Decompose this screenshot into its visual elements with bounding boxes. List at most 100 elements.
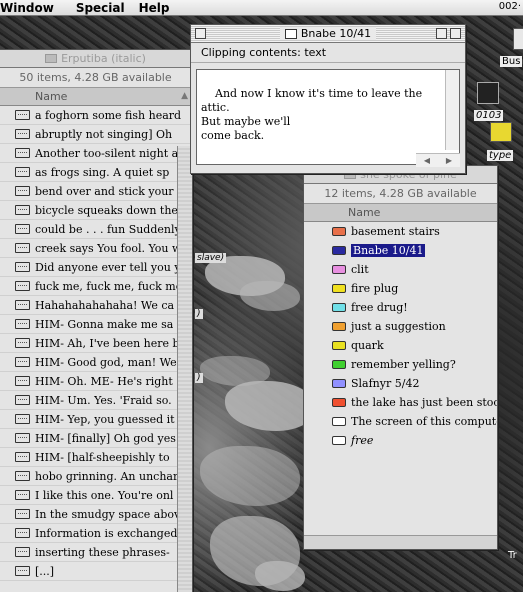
left-file-list: a foghorn some fish heard abruptly not si… bbox=[0, 106, 192, 581]
list-item[interactable]: as frogs sing. A quiet sp bbox=[0, 163, 192, 182]
list-item[interactable]: could be . . . fun Suddenly bbox=[0, 220, 192, 239]
list-item[interactable]: a foghorn some fish heard bbox=[0, 106, 192, 125]
right-window-status: 12 items, 4.28 GB available bbox=[304, 184, 497, 204]
list-item[interactable]: quark bbox=[304, 336, 497, 355]
list-item[interactable]: free drug! bbox=[304, 298, 497, 317]
left-name-column-header[interactable]: Name ▲ bbox=[0, 88, 192, 106]
list-item[interactable]: HIM- Good god, man! We bbox=[0, 353, 192, 372]
zoom-box-icon[interactable] bbox=[436, 28, 447, 39]
type-folder-icon[interactable] bbox=[490, 122, 512, 142]
text-clipping-icon bbox=[15, 452, 30, 462]
list-item[interactable]: bicycle squeaks down the r bbox=[0, 201, 192, 220]
clipping-file-icon bbox=[284, 28, 297, 39]
label-color-icon bbox=[332, 398, 346, 407]
list-item-label: Information is exchanged bbox=[35, 526, 178, 540]
list-item[interactable]: abruptly not singing] Oh bbox=[0, 125, 192, 144]
text-clipping-icon bbox=[15, 547, 30, 557]
list-item-label: basement stairs bbox=[351, 225, 440, 238]
list-item[interactable]: HIM- Yep, you guessed it bbox=[0, 410, 192, 429]
label-color-icon bbox=[332, 417, 346, 426]
text-clipping-icon bbox=[15, 490, 30, 500]
list-item-label: free drug! bbox=[351, 301, 408, 314]
list-item[interactable]: I like this one. You're onl bbox=[0, 486, 192, 505]
left-window-titlebar[interactable]: Erputiba (italic) bbox=[0, 50, 192, 68]
list-item-label: HIM- [half-sheepishly to bbox=[35, 450, 170, 464]
menu-help[interactable]: Help bbox=[133, 1, 178, 15]
list-item-label: Hahahahahahaha! We ca bbox=[35, 298, 175, 312]
menu-special[interactable]: Special bbox=[62, 1, 133, 15]
type-label[interactable]: type bbox=[487, 150, 514, 161]
clipping-text-area[interactable]: And now I know it's time to leave the at… bbox=[196, 69, 460, 165]
trash-label[interactable]: Tr bbox=[508, 550, 517, 561]
list-item[interactable]: HIM- [half-sheepishly to bbox=[0, 448, 192, 467]
sort-triangle-icon[interactable]: ▲ bbox=[181, 91, 188, 101]
clip-window-titlebar[interactable]: Bnabe 10/41 bbox=[191, 25, 465, 43]
finder-window-left: Erputiba (italic) 50 items, 4.28 GB avai… bbox=[0, 49, 193, 592]
list-item-label: bicycle squeaks down the r bbox=[35, 203, 187, 217]
list-item[interactable]: inserting these phrases- bbox=[0, 543, 192, 562]
bus-label[interactable]: Bus bbox=[500, 56, 523, 67]
menu-window[interactable]: Window bbox=[0, 1, 62, 15]
list-item[interactable]: the lake has just been stoc bbox=[304, 393, 497, 412]
text-clipping-icon bbox=[15, 281, 30, 291]
list-item[interactable]: Another too-silent night a bbox=[0, 144, 192, 163]
list-item[interactable]: basement stairs bbox=[304, 222, 497, 241]
scroll-left-arrow-icon[interactable]: ◀ bbox=[424, 156, 430, 165]
text-clipping-icon bbox=[15, 186, 30, 196]
list-item-label: I like this one. You're onl bbox=[35, 488, 174, 502]
list-item[interactable]: remember yelling? bbox=[304, 355, 497, 374]
list-item[interactable]: fire plug bbox=[304, 279, 497, 298]
label-color-icon bbox=[332, 360, 346, 369]
label-color-icon bbox=[332, 303, 346, 312]
list-item-label: free bbox=[351, 434, 374, 447]
list-item-label: HIM- [finally] Oh god yes bbox=[35, 431, 176, 445]
list-item[interactable]: Slafnyr 5/42 bbox=[304, 374, 497, 393]
list-item-label: quark bbox=[351, 339, 384, 352]
list-item[interactable]: HIM- Oh. ME- He's right bbox=[0, 372, 192, 391]
list-item[interactable]: hobo grinning. An unchar bbox=[0, 467, 192, 486]
left-window-status: 50 items, 4.28 GB available bbox=[0, 68, 192, 88]
list-item[interactable]: clit bbox=[304, 260, 497, 279]
list-item[interactable]: just a suggestion bbox=[304, 317, 497, 336]
clip-window-title: Bnabe 10/41 bbox=[300, 27, 372, 40]
desktop-app-icon[interactable] bbox=[477, 82, 499, 104]
scroll-right-arrow-icon[interactable]: ▶ bbox=[446, 156, 452, 165]
right-horizontal-scrollbar[interactable] bbox=[304, 535, 497, 549]
list-item[interactable]: In the smudgy space abov bbox=[0, 505, 192, 524]
list-item[interactable]: [...] bbox=[0, 562, 192, 581]
finder-window-right: she spoke of pine 12 items, 4.28 GB avai… bbox=[303, 165, 498, 550]
close-box-icon[interactable] bbox=[195, 28, 206, 39]
list-item-label: [...] bbox=[35, 564, 55, 578]
list-item[interactable]: HIM- Ah, I've been here b bbox=[0, 334, 192, 353]
list-item[interactable]: HIM- Gonna make me sa bbox=[0, 315, 192, 334]
list-item[interactable]: creek says You fool. You w bbox=[0, 239, 192, 258]
list-item-label: clit bbox=[351, 263, 369, 276]
list-item[interactable]: HIM- Um. Yes. 'Fraid so. bbox=[0, 391, 192, 410]
list-item-label: bend over and stick your r bbox=[35, 184, 183, 198]
collapse-box-icon[interactable] bbox=[450, 28, 461, 39]
partial-label: ) bbox=[195, 309, 203, 319]
text-clipping-icon bbox=[15, 566, 30, 576]
list-item-label: remember yelling? bbox=[351, 358, 456, 371]
column-label: Name bbox=[348, 206, 381, 219]
list-item[interactable]: HIM- [finally] Oh god yes bbox=[0, 429, 192, 448]
list-item[interactable]: The screen of this compute bbox=[304, 412, 497, 431]
list-item[interactable]: bend over and stick your r bbox=[0, 182, 192, 201]
list-item[interactable]: fuck me, fuck me, fuck me bbox=[0, 277, 192, 296]
right-name-column-header[interactable]: Name bbox=[304, 204, 497, 222]
clipping-window: Bnabe 10/41 Clipping contents: text And … bbox=[190, 24, 466, 174]
list-item[interactable]: Hahahahahahaha! We ca bbox=[0, 296, 192, 315]
num-label[interactable]: 0103 bbox=[474, 110, 504, 121]
list-item[interactable]: Information is exchanged bbox=[0, 524, 192, 543]
list-item-label: hobo grinning. An unchar bbox=[35, 469, 179, 483]
clip-vertical-scrollbar[interactable] bbox=[445, 70, 459, 150]
list-item[interactable]: free bbox=[304, 431, 497, 450]
clip-horizontal-scroll-arrows[interactable]: ◀ ▶ bbox=[416, 153, 460, 167]
text-clipping-icon bbox=[15, 262, 30, 272]
list-item[interactable]: Bnabe 10/41 bbox=[304, 241, 497, 260]
desktop-drive-icon[interactable] bbox=[513, 28, 523, 50]
list-item[interactable]: Did anyone ever tell you y bbox=[0, 258, 192, 277]
clipping-contents-label: Clipping contents: text bbox=[191, 43, 465, 63]
left-vertical-scrollbar[interactable] bbox=[177, 146, 192, 592]
list-item-label: HIM- Ah, I've been here b bbox=[35, 336, 180, 350]
